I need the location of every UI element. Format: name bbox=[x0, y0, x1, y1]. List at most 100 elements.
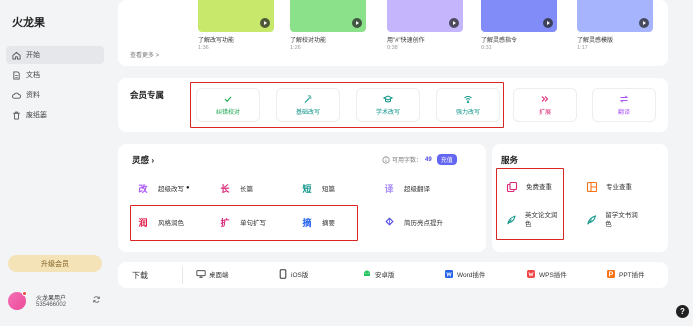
video-thumbnail[interactable] bbox=[290, 0, 366, 32]
help-button[interactable]: ? bbox=[676, 305, 689, 318]
resume-icon bbox=[382, 216, 396, 229]
play-icon[interactable] bbox=[543, 18, 553, 28]
service-english-polish[interactable]: 英文论文润色 bbox=[506, 211, 560, 229]
play-icon[interactable] bbox=[352, 18, 362, 28]
notification-dot bbox=[22, 291, 27, 296]
service-pro-check[interactable]: 专业查重 bbox=[586, 181, 632, 193]
tool-glyph: 润 bbox=[138, 217, 148, 228]
button-label: 扩展 bbox=[538, 110, 551, 116]
tool-label: 短篇 bbox=[322, 186, 335, 193]
tool-glyph: 长 bbox=[220, 183, 230, 194]
video-card[interactable]: 了解改写功能 1:36 bbox=[198, 0, 274, 51]
tool-glyph: 改 bbox=[138, 183, 148, 194]
upgrade-button[interactable]: 升级会员 bbox=[8, 255, 102, 272]
sidebar-item-label: 文档 bbox=[26, 72, 40, 79]
video-title: 了解改写功能 bbox=[198, 38, 235, 44]
expand-button[interactable]: 扩展 bbox=[513, 88, 577, 122]
download-word-plugin[interactable]: Word插件 bbox=[444, 269, 485, 279]
video-card[interactable]: 用"#"快速创作 0:38 bbox=[387, 0, 463, 51]
tool-resume-boost[interactable]: 简历亮点提升 bbox=[382, 213, 443, 231]
download-ppt-plugin[interactable]: PPT插件 bbox=[606, 269, 645, 279]
play-icon[interactable] bbox=[449, 18, 459, 28]
translate-button[interactable]: 翻译 bbox=[592, 88, 656, 122]
button-label: 基础改写 bbox=[295, 110, 320, 116]
tool-long-article[interactable]: 长 长篇 bbox=[218, 179, 253, 197]
basic-rewrite-button[interactable]: 基础改写 bbox=[276, 88, 340, 122]
video-title: 了解校对功能 bbox=[290, 38, 327, 44]
button-label: 纠错校对 bbox=[215, 110, 240, 116]
download-desktop[interactable]: 桌面端 bbox=[196, 269, 229, 279]
strong-rewrite-button[interactable]: 强力改写 bbox=[436, 88, 500, 122]
tool-glyph: 短 bbox=[302, 183, 312, 194]
video-card[interactable]: 了解灵感模版 1:17 bbox=[577, 0, 653, 51]
highlight-box bbox=[496, 168, 564, 240]
video-duration: 1:36 bbox=[198, 45, 209, 51]
user-id: 535466002 bbox=[36, 302, 67, 308]
video-card[interactable]: 了解灵感指令 0:31 bbox=[481, 0, 557, 51]
tool-style-polish[interactable]: 润 风格润色 bbox=[136, 213, 184, 231]
word-count-label: 可用字数： bbox=[392, 158, 423, 164]
wifi-pen-icon bbox=[464, 95, 472, 104]
tool-label: 超级改写 bbox=[158, 186, 184, 193]
user-profile[interactable]: 火龙果用户 535466002 bbox=[8, 290, 108, 312]
video-duration: 0:38 bbox=[387, 45, 398, 51]
download-wps-plugin[interactable]: WPS插件 bbox=[526, 269, 567, 279]
sidebar-item-documents[interactable]: 文档 bbox=[6, 66, 104, 84]
sidebar-item-trash[interactable]: 废纸篓 bbox=[6, 106, 104, 124]
tool-label: 超级翻译 bbox=[404, 186, 430, 193]
recharge-button[interactable]: 充值 bbox=[436, 154, 457, 165]
sidebar-item-materials[interactable]: 资料 bbox=[6, 86, 104, 104]
academic-rewrite-button[interactable]: 学术改写 bbox=[356, 88, 420, 122]
service-free-check[interactable]: 免费查重 bbox=[506, 181, 552, 193]
download-label: 桌面端 bbox=[209, 272, 229, 279]
section-title: 服务 bbox=[501, 155, 519, 165]
sidebar-item-start[interactable]: 开始 bbox=[6, 46, 104, 64]
graduation-cap-icon bbox=[383, 95, 393, 103]
video-thumbnail[interactable] bbox=[481, 0, 557, 32]
tool-super-rewrite[interactable]: 改 超级改写 ● bbox=[136, 179, 190, 197]
video-title: 了解灵感指令 bbox=[481, 38, 518, 44]
android-icon bbox=[362, 269, 372, 279]
section-title[interactable]: 灵感 › bbox=[132, 154, 154, 166]
proofread-button[interactable]: 纠错校对 bbox=[196, 88, 260, 122]
sidebar-item-label: 资料 bbox=[26, 92, 40, 99]
video-duration: 1:26 bbox=[290, 45, 301, 51]
section-title-label: 灵感 bbox=[132, 155, 150, 165]
tool-super-translate[interactable]: 译 超级翻译 bbox=[382, 179, 430, 197]
video-card[interactable]: 了解校对功能 1:26 bbox=[290, 0, 366, 51]
word-count-value: 49 bbox=[425, 156, 432, 163]
flame-icon: ● bbox=[186, 185, 190, 191]
home-icon bbox=[12, 51, 21, 60]
tool-summary[interactable]: 摘 摘要 bbox=[300, 213, 335, 231]
sidebar: 火龙果 开始 文档 资料 废纸篓 升级会员 火龙果用户 535466002 bbox=[0, 0, 110, 326]
copy-icon bbox=[506, 181, 518, 193]
play-icon[interactable] bbox=[260, 18, 270, 28]
video-thumbnail[interactable] bbox=[387, 0, 463, 32]
tutorial-videos-panel: 了解改写功能 1:36 了解校对功能 1:26 用"#"快速创作 0:38 了解… bbox=[118, 0, 668, 66]
video-duration: 0:31 bbox=[481, 45, 492, 51]
tool-label: 长篇 bbox=[240, 186, 253, 193]
download-bar: 下载 桌面端 iOS版 安卓版 Word插件 WPS插件 PPT插件 bbox=[118, 262, 668, 288]
chevron-right-icon: › bbox=[149, 155, 155, 165]
wps-icon bbox=[526, 269, 536, 279]
refresh-icon[interactable] bbox=[92, 295, 101, 304]
layout-icon bbox=[586, 181, 598, 193]
play-icon[interactable] bbox=[639, 18, 649, 28]
sidebar-nav: 开始 文档 资料 废纸篓 bbox=[6, 46, 104, 126]
download-label: WPS插件 bbox=[539, 272, 567, 279]
download-label: Word插件 bbox=[457, 272, 486, 279]
quill-icon bbox=[507, 215, 516, 225]
download-ios[interactable]: iOS版 bbox=[278, 269, 308, 279]
button-label: 学术改写 bbox=[375, 110, 400, 116]
video-thumbnail[interactable] bbox=[577, 0, 653, 32]
service-study-abroad-polish[interactable]: 留学文书润色 bbox=[586, 211, 642, 229]
tool-sentence-expand[interactable]: 扩 单句扩写 bbox=[218, 213, 266, 231]
video-thumbnail[interactable] bbox=[198, 0, 274, 32]
download-android[interactable]: 安卓版 bbox=[362, 269, 395, 279]
tool-label: 简历亮点提升 bbox=[404, 220, 443, 227]
wand-icon bbox=[304, 95, 312, 103]
tool-glyph: 译 bbox=[384, 183, 394, 194]
view-more-link[interactable]: 查看更多 > bbox=[130, 50, 159, 59]
tool-short-article[interactable]: 短 短篇 bbox=[300, 179, 335, 197]
trash-icon bbox=[12, 111, 21, 120]
